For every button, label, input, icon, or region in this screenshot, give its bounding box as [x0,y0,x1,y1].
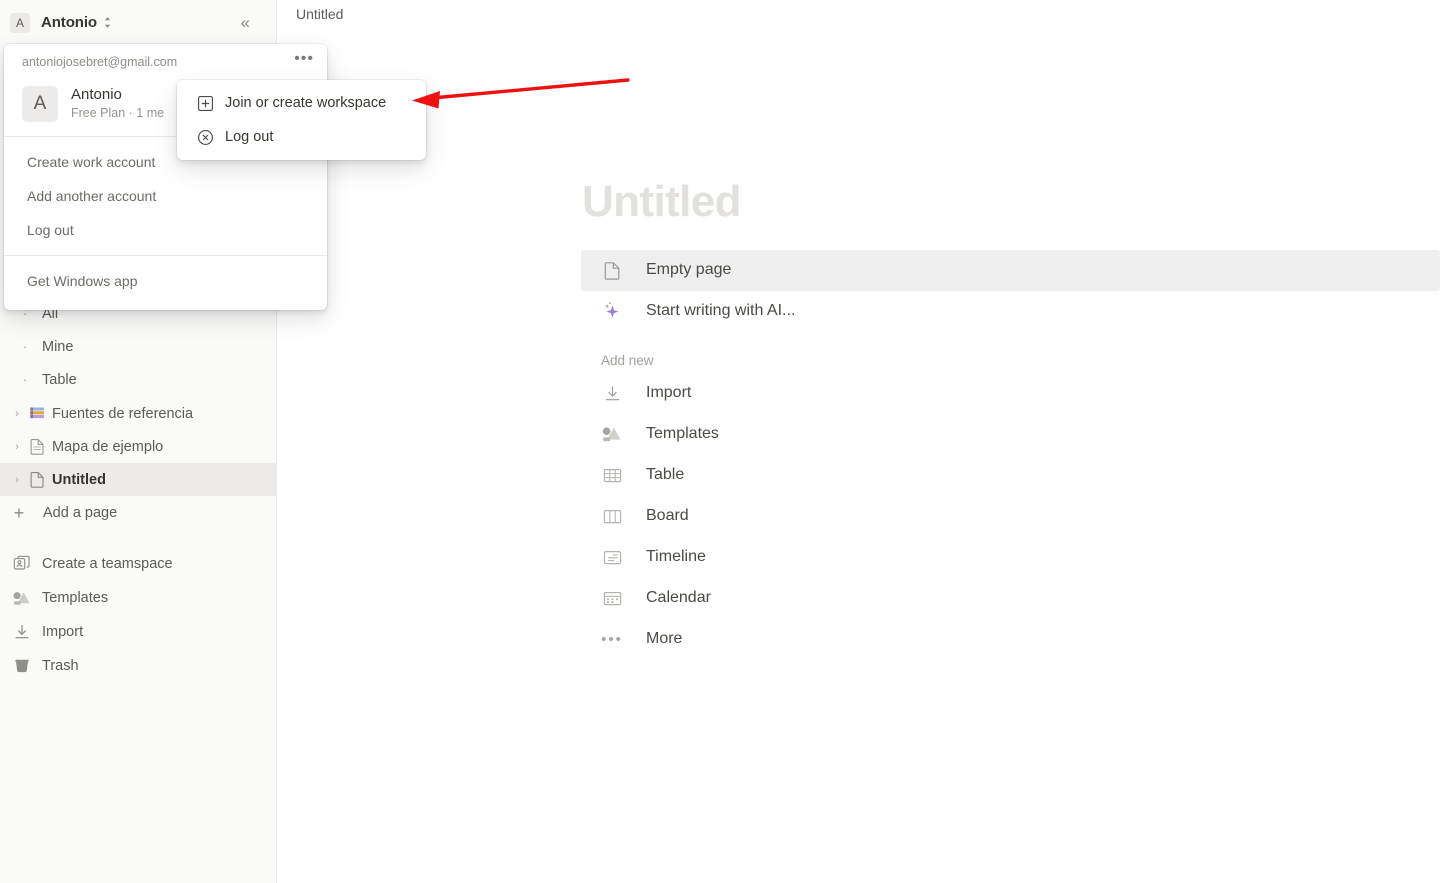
sidebar-item-label: Templates [42,590,109,606]
account-item-log-out[interactable]: Log out [4,213,327,247]
context-item-join-or-create-workspace[interactable]: Join or create workspace [177,86,426,120]
sidebar-item-label: Untitled [52,471,106,488]
notion-app-window: A Antonio « · All · Mine · Table › Fuent… [0,0,1440,883]
context-item-label: Log out [225,129,274,145]
add-new-label: Import [646,384,692,402]
add-new-label: Calendar [646,589,711,607]
workspace-avatar: A [10,12,30,33]
x-circle-icon [194,129,216,146]
collapse-sidebar-icon[interactable]: « [241,14,266,31]
account-item-get-windows-app[interactable]: Get Windows app [4,264,327,298]
add-new-section-label: Add new [601,352,654,368]
workspace-card-meta: Antonio Free Plan · 1 me [71,85,164,122]
add-new-label: Table [646,466,685,484]
workspace-card-plan: Free Plan · 1 me [71,106,165,121]
sidebar-item-label: Trash [42,658,79,674]
sidebar-item-mine[interactable]: · Mine [0,330,277,363]
add-new-more[interactable]: ••• More [581,619,1440,660]
option-empty-page[interactable]: Empty page [581,249,1440,291]
chevron-right-icon[interactable]: › [8,441,26,453]
templates-icon [600,425,624,443]
sidebar-item-trash[interactable]: Trash [0,649,277,683]
chevron-right-icon[interactable]: › [8,408,26,420]
account-item-add-another-account[interactable]: Add another account [4,179,327,213]
workspace-name: Antonio [41,14,97,31]
ellipsis-icon: ••• [601,630,623,648]
account-email-row: antoniojosebret@gmail.com ••• [4,44,327,80]
sidebar-item-label: Create a teamspace [42,556,173,572]
import-icon [600,384,624,403]
page-icon [26,471,48,488]
option-label: Start writing with AI... [646,302,796,320]
calendar-icon [600,590,624,607]
add-new-board[interactable]: Board [581,496,1440,537]
add-new-label: Timeline [646,548,706,566]
sidebar-item-label: Table [42,371,77,388]
sidebar-item-label: Mapa de ejemplo [52,438,164,455]
timeline-icon [600,549,624,566]
new-page-panel: Untitled Empty page Start writing with A… [581,178,1440,660]
sidebar-item-create-a-teamspace[interactable]: Create a teamspace [0,547,277,581]
sidebar-item-templates[interactable]: Templates [0,581,277,615]
board-icon [600,508,624,525]
chevron-up-down-icon [103,16,112,29]
add-new-label: Board [646,507,689,525]
sidebar-item-label: Import [42,624,84,640]
account-footer-group: Get Windows app [4,256,327,310]
sidebar-tree-group: · All · Mine · Table [0,297,277,396]
sidebar-item-table[interactable]: · Table [0,363,277,396]
sidebar-item-label: Mine [42,338,74,355]
import-icon [10,623,34,641]
ai-sparkle-icon [600,301,624,321]
sidebar-bottom-group: Create a teamspace Templates Import Tras… [0,547,277,683]
option-label: Empty page [646,261,732,279]
colored-books-emoji-icon [26,405,48,422]
add-new-import[interactable]: Import [581,373,1440,414]
bullet-dot-icon: · [22,372,28,387]
chevron-right-icon[interactable]: › [8,474,26,486]
option-start-writing-with-ai[interactable]: Start writing with AI... [581,291,1440,332]
add-new-timeline[interactable]: Timeline [581,537,1440,578]
add-new-label: More [646,630,683,648]
sidebar-item-mapa-de-ejemplo[interactable]: › Mapa de ejemplo [0,430,277,463]
add-new-label: Templates [646,425,719,443]
sidebar-item-untitled[interactable]: › Untitled [0,463,277,496]
sidebar-item-label: Fuentes de referencia [52,405,194,422]
page-icon [26,438,48,455]
workspace-avatar: A [22,85,58,122]
plus-icon: + [13,502,25,523]
add-a-page-button[interactable]: + Add a page [0,496,277,529]
account-email: antoniojosebret@gmail.com [22,55,178,69]
templates-icon [10,590,34,606]
teamspace-icon [10,555,34,573]
sidebar-item-import[interactable]: Import [0,615,277,649]
add-a-page-label: Add a page [43,504,118,521]
page-title-placeholder[interactable]: Untitled [582,178,1440,226]
sidebar-pages-group: › Fuentes de referencia › Mapa de ejempl… [0,397,277,683]
context-item-label: Join or create workspace [225,95,387,111]
page-icon [600,261,624,280]
table-icon [600,467,624,484]
context-item-log-out[interactable]: Log out [177,120,426,154]
add-new-templates[interactable]: Templates [581,414,1440,455]
breadcrumb[interactable]: Untitled [296,6,343,22]
add-new-table[interactable]: Table [581,455,1440,496]
workspace-context-menu: Join or create workspace Log out [177,80,426,160]
ellipsis-icon[interactable]: ••• [294,51,314,73]
add-new-calendar[interactable]: Calendar [581,578,1440,619]
workspace-card-name: Antonio [71,86,122,103]
bullet-dot-icon: · [22,339,28,354]
sidebar-item-fuentes-de-referencia[interactable]: › Fuentes de referencia [0,397,277,430]
workspace-switcher[interactable]: A Antonio « [0,0,276,45]
trash-icon [10,657,34,675]
plus-square-icon [194,95,216,112]
